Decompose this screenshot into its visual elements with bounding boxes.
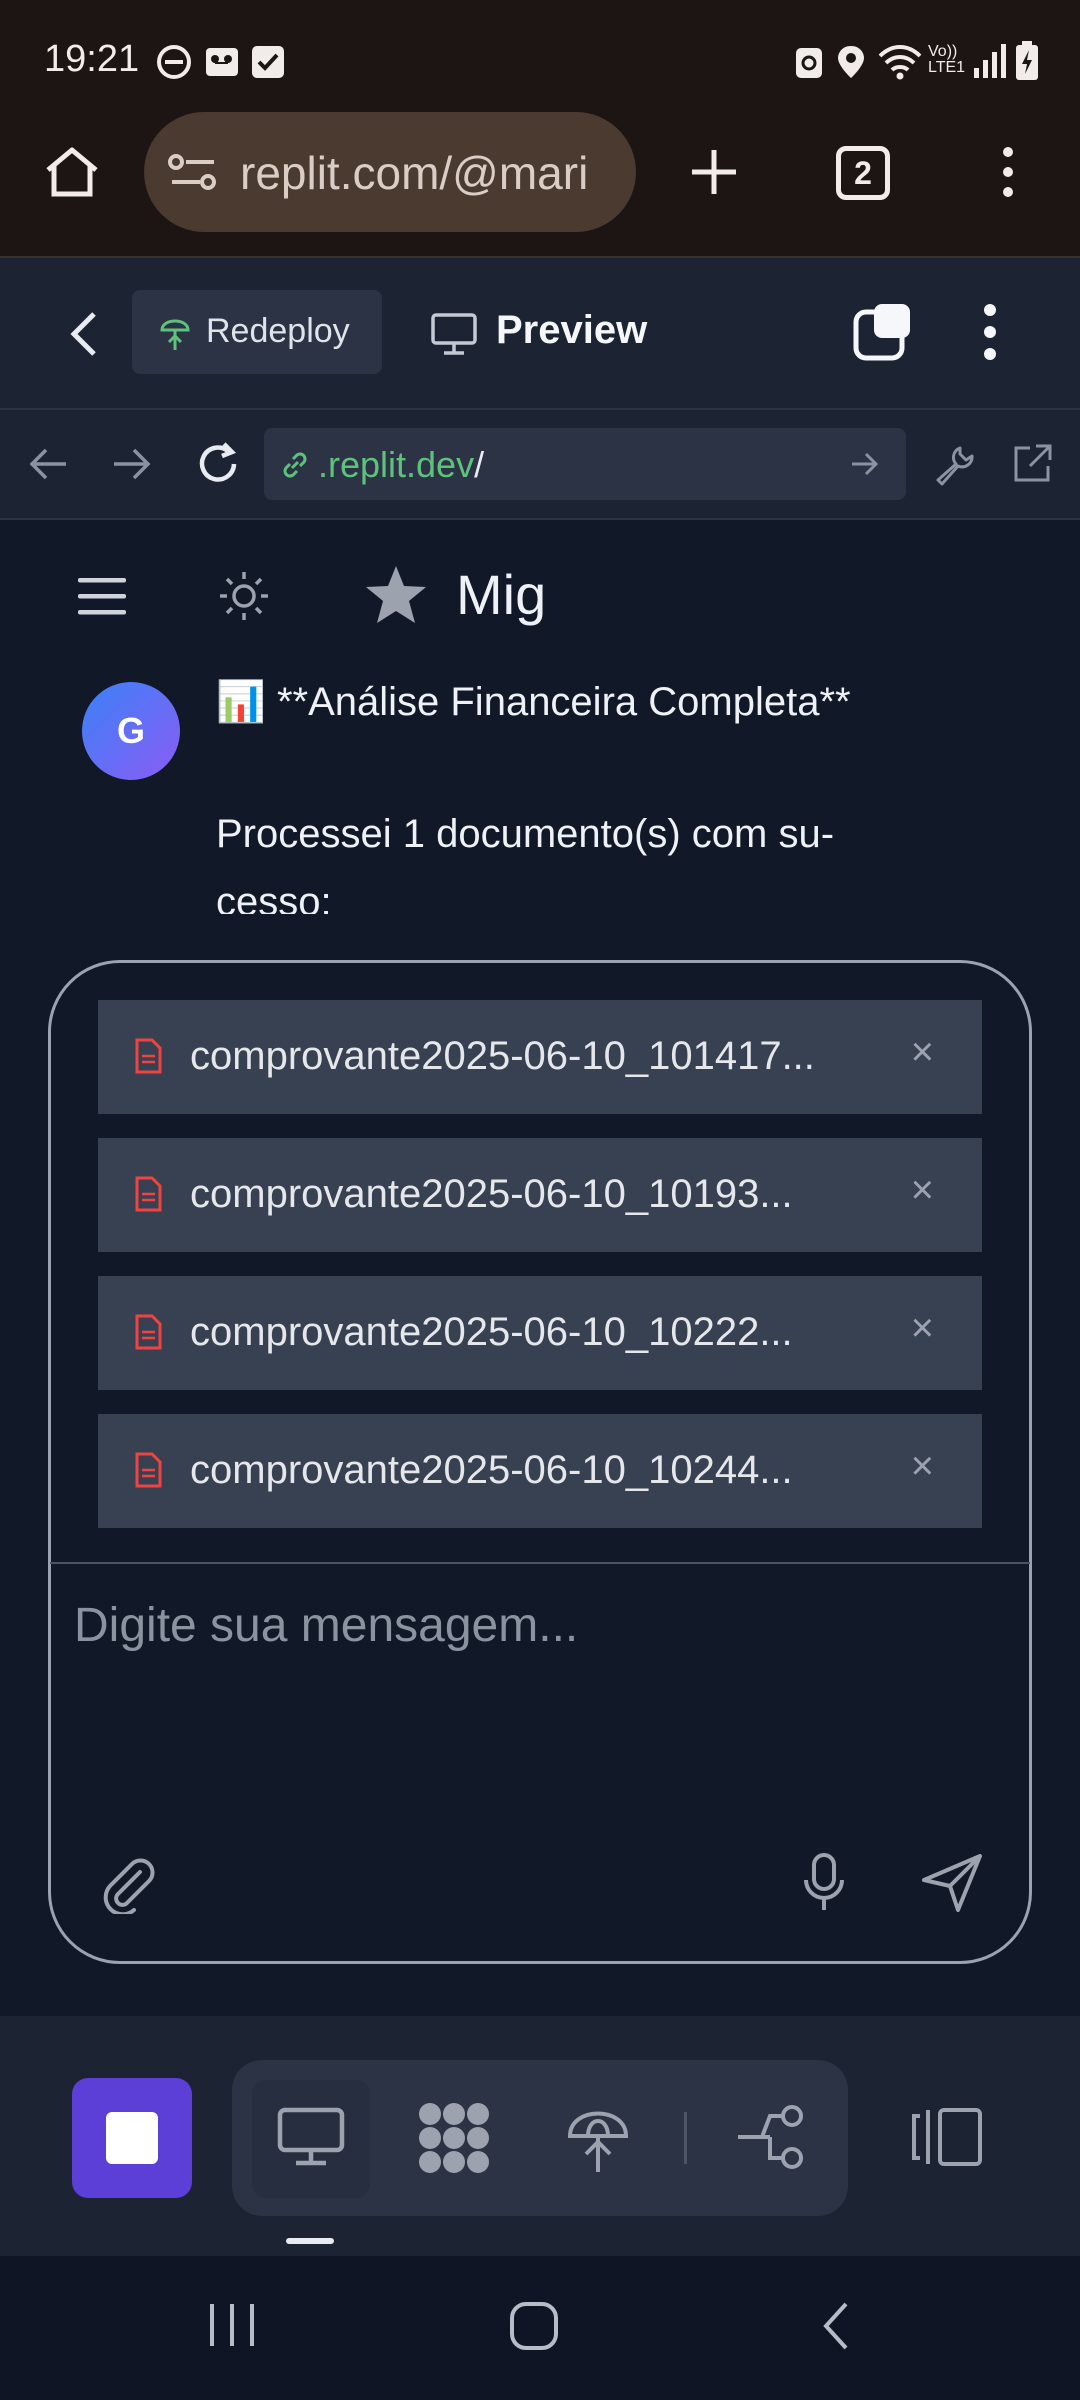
back-nav-icon[interactable]	[818, 2300, 854, 2352]
attachment-chip[interactable]: comprovante2025-06-10_10222... ×	[98, 1276, 982, 1390]
attachment-name: comprovante2025-06-10_10193...	[190, 1172, 793, 1216]
preview-tab-title[interactable]: Preview	[496, 308, 647, 353]
signal-icon	[974, 44, 1006, 78]
status-time: 19:21	[44, 38, 140, 80]
git-branch-icon[interactable]	[736, 2104, 806, 2170]
redeploy-icon	[160, 319, 190, 350]
deploy-icon[interactable]	[566, 2100, 630, 2176]
agent-icon[interactable]	[416, 2100, 492, 2176]
attachment-name: comprovante2025-06-10_101417...	[190, 1034, 815, 1078]
send-icon[interactable]	[920, 1852, 984, 1914]
link-icon	[283, 452, 307, 478]
recycle-icon	[796, 48, 822, 78]
message-input[interactable]: Digite sua mensagem...	[74, 1598, 578, 1653]
go-arrow-icon[interactable]	[850, 450, 880, 478]
star-logo-icon	[366, 566, 426, 623]
message-body-line: cesso:	[216, 880, 332, 914]
theme-toggle-sun-icon[interactable]	[216, 568, 272, 624]
preview-monitor-icon[interactable]	[276, 2106, 346, 2168]
recent-apps-icon[interactable]	[206, 2300, 258, 2350]
panel-layout-icon[interactable]	[910, 2106, 984, 2168]
active-tab-indicator	[286, 2238, 334, 2244]
location-icon	[838, 46, 864, 78]
replit-menu-icon[interactable]	[978, 302, 1002, 362]
tabs-overview-icon[interactable]	[852, 300, 914, 362]
pdf-file-icon	[135, 1314, 162, 1350]
hamburger-menu-icon[interactable]	[78, 576, 126, 616]
webview-back-icon[interactable]	[28, 446, 68, 482]
battery-charging-icon	[1016, 41, 1038, 80]
back-icon[interactable]	[66, 310, 102, 358]
browser-menu-icon[interactable]	[996, 144, 1020, 200]
composer-divider	[50, 1562, 1030, 1564]
app-title: Mig	[456, 563, 547, 626]
dnd-icon	[157, 45, 191, 79]
message-body-line: Processei 1 documento(s) com su-	[216, 812, 835, 856]
pdf-file-icon	[135, 1038, 162, 1074]
chart-emoji-icon: 📊	[216, 680, 266, 724]
attachment-chip[interactable]: comprovante2025-06-10_10193... ×	[98, 1138, 982, 1252]
devtools-wrench-icon[interactable]	[932, 442, 976, 486]
voicemail-icon	[206, 48, 238, 76]
volte-label: Vo)) LTE1	[928, 43, 966, 76]
tab-switcher-button[interactable]: 2	[836, 146, 890, 200]
remove-attachment-button[interactable]: ×	[911, 1168, 934, 1213]
webview-forward-icon[interactable]	[112, 446, 152, 482]
home-icon[interactable]	[42, 144, 102, 200]
monitor-icon	[431, 313, 477, 355]
webview-path: /	[474, 444, 485, 485]
message-title: 📊 **Análise Financeira Completa**	[216, 678, 851, 725]
attachment-name: comprovante2025-06-10_10222...	[190, 1310, 793, 1354]
message-title-text: **Análise Financeira Completa**	[276, 680, 851, 724]
remove-attachment-button[interactable]: ×	[911, 1306, 934, 1351]
remove-attachment-button[interactable]: ×	[911, 1444, 934, 1489]
pdf-file-icon	[135, 1176, 162, 1212]
attachment-chip[interactable]: comprovante2025-06-10_101417... ×	[98, 1000, 982, 1114]
check-icon	[252, 46, 284, 78]
microphone-icon[interactable]	[800, 1852, 848, 1914]
attachment-chip[interactable]: comprovante2025-06-10_10244... ×	[98, 1414, 982, 1528]
reload-icon[interactable]	[194, 440, 242, 488]
webview-domain: .replit.dev	[318, 444, 475, 485]
pdf-file-icon	[135, 1452, 162, 1488]
home-nav-icon[interactable]	[508, 2300, 560, 2352]
webview-url-field[interactable]: .replit.dev/	[264, 428, 906, 500]
new-tab-icon[interactable]	[688, 146, 740, 198]
toolbar-separator	[684, 2112, 687, 2164]
paperclip-icon[interactable]	[98, 1854, 158, 1914]
attachment-name: comprovante2025-06-10_10244...	[190, 1448, 793, 1492]
address-text[interactable]: replit.com/@mari	[240, 146, 612, 200]
redeploy-button[interactable]: Redeploy	[132, 290, 382, 374]
stop-button[interactable]	[72, 2078, 192, 2198]
assistant-avatar: G	[82, 682, 180, 780]
stop-square-icon	[106, 2112, 158, 2164]
remove-attachment-button[interactable]: ×	[911, 1030, 934, 1075]
open-external-icon[interactable]	[1010, 442, 1054, 486]
redeploy-label: Redeploy	[206, 312, 350, 350]
status-bar: 19:21 Vo)) LTE1	[0, 0, 1080, 118]
wifi-icon	[878, 45, 922, 80]
site-settings-icon[interactable]	[168, 152, 218, 192]
